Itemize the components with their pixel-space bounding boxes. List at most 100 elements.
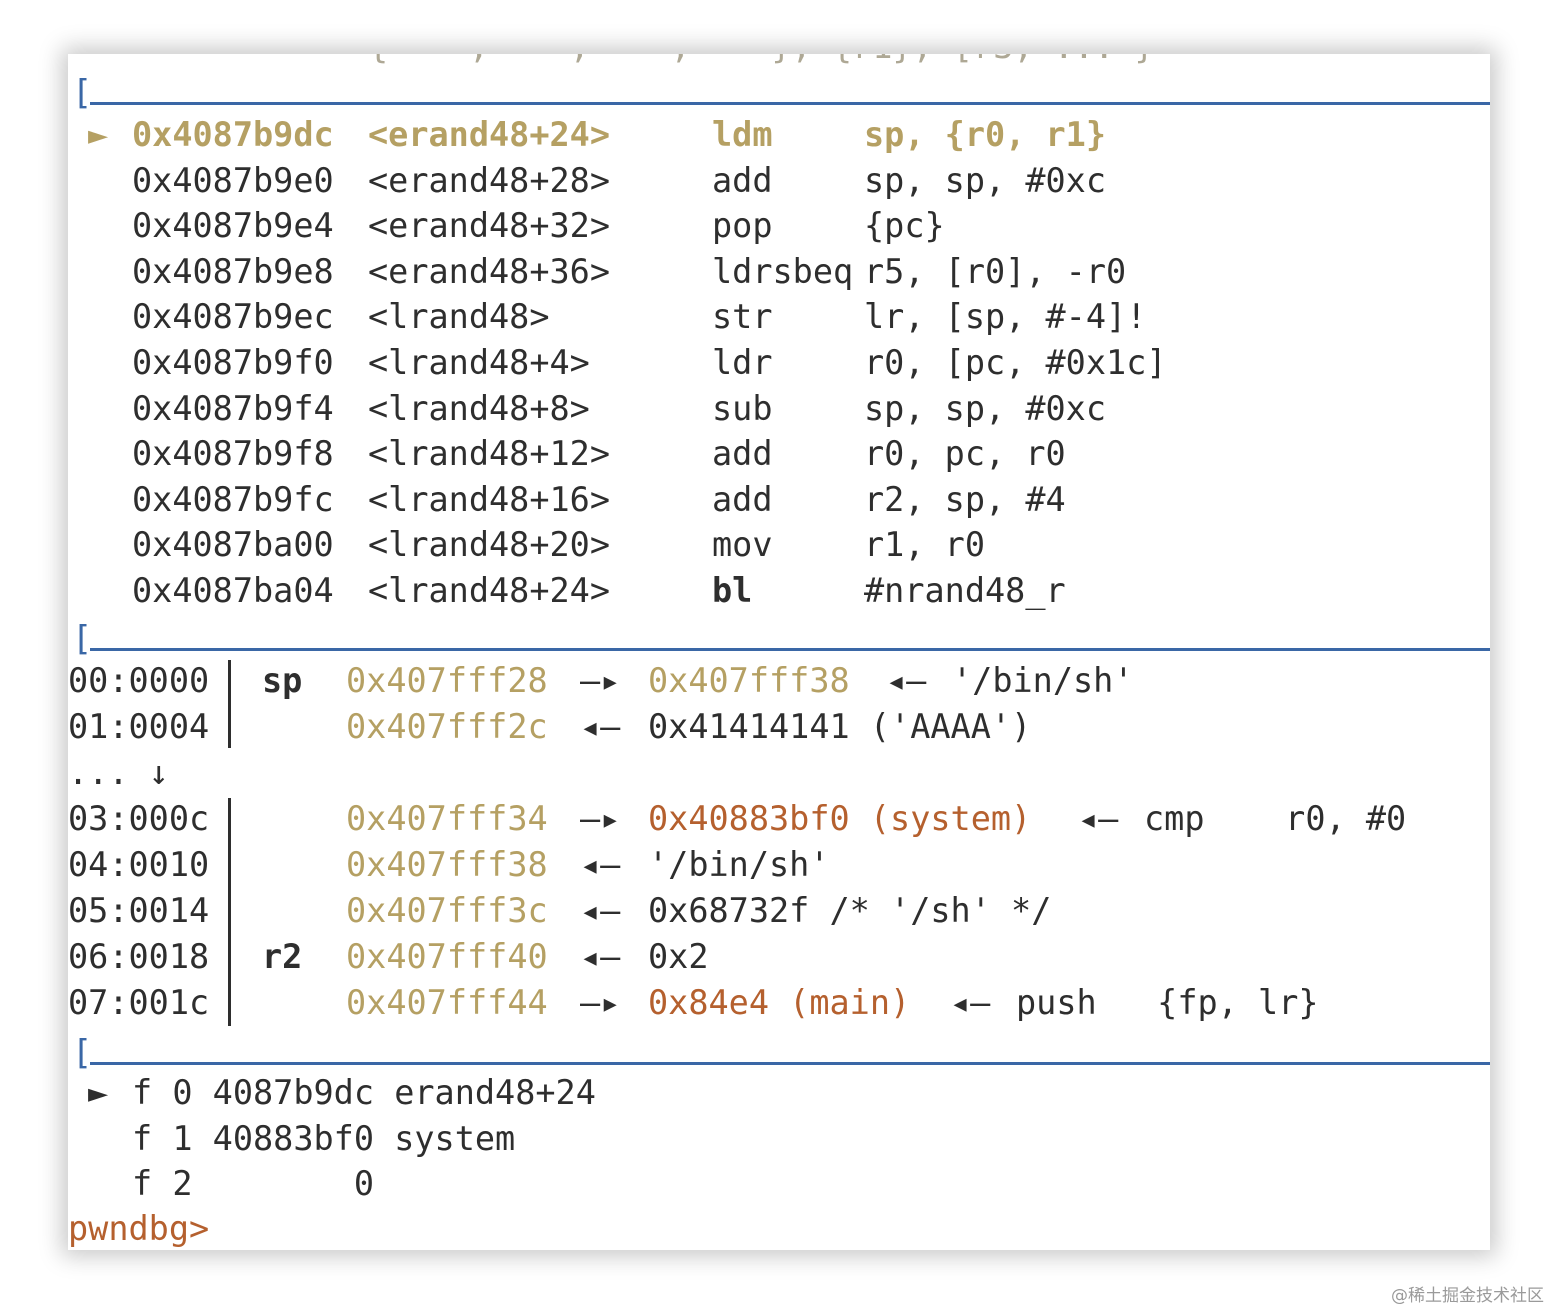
frame-text: f 1 40883bf0 system — [132, 1118, 516, 1158]
stack-address: 0x407fff34 — [346, 799, 548, 838]
disasm-row[interactable]: 0x4087b9f8 <lrand48+12> add r0, pc, r0 — [68, 431, 1490, 477]
stack-offset: 03:000c — [68, 799, 210, 838]
disasm-row[interactable]: ► 0x4087b9dc <erand48+24> ldm sp, {r0, r1} — [68, 112, 1490, 158]
stack-row[interactable]: 06:0018 r2 0x407fff40 ◂— 0x2 — [68, 934, 1490, 980]
stack-register-label: sp — [262, 661, 303, 700]
section-separator-disasm: [ — [68, 70, 1490, 116]
stack-row[interactable]: 04:0010 0x407fff38 ◂— '/bin/sh' — [68, 842, 1490, 888]
stack-ellipsis[interactable]: ... ↓ — [68, 750, 1490, 796]
frame-text: f 0 4087b9dc erand48+24 — [132, 1073, 596, 1112]
instruction-mnemonic: sub — [712, 388, 773, 428]
stack-register-label: r2 — [262, 937, 303, 976]
value-arrow-icon: ◂— — [580, 707, 621, 746]
instruction-address: 0x4087b9e0 — [132, 160, 334, 200]
stack-row[interactable]: 03:000c 0x407fff34 —▸ 0x40883bf0 (system) ◂—… — [68, 796, 1490, 842]
section-separator-stack: [ — [68, 616, 1490, 662]
instruction-operands: r0, [pc, #0x1c] — [864, 343, 1167, 382]
instruction-operands: {pc} — [864, 206, 945, 246]
instruction-symbol: <lrand48+24> — [368, 571, 611, 610]
stack-address: 0x407fff2c — [346, 707, 548, 746]
stack-row[interactable]: 05:0014 0x407fff3c ◂— 0x68732f /* '/sh' */ — [68, 888, 1490, 934]
disasm-row[interactable]: 0x4087ba00 <lrand48+20> mov r1, r0 — [68, 522, 1490, 568]
current-frame-marker-icon: ► — [88, 1073, 109, 1112]
instruction-operands: r1, r0 — [864, 525, 986, 565]
instruction-operands: sp, sp, #0xc — [864, 388, 1107, 428]
instruction-address: 0x4087b9e4 — [132, 206, 334, 246]
stack-skip-indicator: ... ↓ — [68, 753, 169, 792]
instruction-mnemonic: bl — [712, 571, 753, 610]
stack-target: 0x2 — [648, 937, 709, 976]
instruction-symbol: <lrand48+8> — [368, 388, 590, 428]
instruction-symbol: <erand48+28> — [368, 160, 611, 200]
stack-gutter-bar — [228, 798, 231, 1026]
disasm-row[interactable]: 0x4087b9f4 <lrand48+8> sub sp, sp, #0xc — [68, 386, 1490, 432]
disasm-row[interactable]: 0x4087ba04 <lrand48+24> bl #nrand48_r — [68, 568, 1490, 614]
terminal-window[interactable]: { , , , }, {r1}, [r3, ... } [ ► 0x4087b9d… — [68, 54, 1490, 1250]
instruction-symbol: <lrand48+12> — [368, 434, 611, 474]
separator-rule — [90, 648, 1490, 651]
instruction-mnemonic: add — [712, 479, 773, 519]
disasm-row[interactable]: 0x4087b9e0 <erand48+28> add sp, sp, #0xc — [68, 158, 1490, 204]
value-arrow-icon: ◂— — [1078, 799, 1119, 838]
value-arrow-icon: ◂— — [886, 661, 927, 700]
backtrace-frame[interactable]: f 1 40883bf0 system — [68, 1116, 1490, 1162]
points-to-arrow-icon: —▸ — [580, 983, 621, 1022]
instruction-operands: sp, {r0, r1} — [864, 115, 1107, 154]
disasm-row[interactable]: 0x4087b9fc <lrand48+16> add r2, sp, #4 — [68, 477, 1490, 523]
instruction-address: 0x4087ba00 — [132, 525, 334, 565]
disasm-row[interactable]: 0x4087b9e8 <erand48+36> ldrsbeq r5, [r0], -… — [68, 249, 1490, 295]
instruction-symbol: <lrand48+4> — [368, 343, 590, 382]
instruction-operands: r2, sp, #4 — [864, 479, 1066, 519]
stack-offset: 00:0000 — [68, 661, 210, 700]
instruction-symbol: <erand48+24> — [368, 115, 611, 154]
instruction-address: 0x4087b9fc — [132, 479, 334, 519]
instruction-operands: sp, sp, #0xc — [864, 160, 1107, 200]
instruction-mnemonic: ldr — [712, 343, 773, 382]
instruction-address: 0x4087b9f8 — [132, 434, 334, 474]
points-to-arrow-icon: —▸ — [580, 799, 621, 838]
instruction-mnemonic: mov — [712, 525, 773, 565]
instruction-operands: r0, pc, r0 — [864, 434, 1066, 474]
disasm-row[interactable]: 0x4087b9ec <lrand48> str lr, [sp, #-4]! — [68, 294, 1490, 340]
instruction-mnemonic: add — [712, 160, 773, 200]
stack-deref-value: push {fp, lr} — [1016, 983, 1319, 1022]
instruction-symbol: <erand48+36> — [368, 251, 611, 291]
value-arrow-icon: ◂— — [580, 937, 621, 976]
backtrace-frame[interactable]: ► f 0 4087b9dc erand48+24 — [68, 1070, 1490, 1116]
stack-gutter-bar — [228, 660, 231, 748]
pwndbg-prompt[interactable]: pwndbg> — [68, 1206, 209, 1250]
instruction-mnemonic: pop — [712, 206, 773, 246]
stack-address: 0x407fff40 — [346, 937, 548, 976]
stack-address: 0x407fff44 — [346, 983, 548, 1022]
current-instruction-marker-icon: ► — [88, 115, 109, 154]
instruction-symbol: <erand48+32> — [368, 206, 611, 246]
clipped-previous-line: { , , , }, {r1}, [r3, ... } — [368, 54, 1155, 70]
instruction-operands: r5, [r0], -r0 — [864, 251, 1127, 291]
stack-target: 0x40883bf0 (system) — [648, 799, 1032, 838]
stack-row[interactable]: 07:001c 0x407fff44 —▸ 0x84e4 (main) ◂— push {… — [68, 980, 1490, 1026]
stack-row[interactable]: 00:0000 sp 0x407fff28 —▸ 0x407fff38 ◂— '/bin/s… — [68, 658, 1490, 704]
instruction-address: 0x4087b9ec — [132, 297, 334, 337]
instruction-mnemonic: add — [712, 434, 773, 474]
stack-deref-value: '/bin/sh' — [952, 661, 1134, 700]
instruction-symbol: <lrand48+16> — [368, 479, 611, 519]
stack-offset: 06:0018 — [68, 937, 210, 976]
stack-row[interactable]: 01:0004 0x407fff2c ◂— 0x41414141 ('AAAA') — [68, 704, 1490, 750]
stack-address: 0x407fff3c — [346, 891, 548, 930]
stack-target: 0x68732f /* '/sh' */ — [648, 891, 1052, 930]
value-arrow-icon: ◂— — [580, 891, 621, 930]
stack-offset: 01:0004 — [68, 707, 210, 746]
value-arrow-icon: ◂— — [580, 845, 621, 884]
instruction-operands: lr, [sp, #-4]! — [864, 297, 1147, 337]
instruction-symbol: <lrand48> — [368, 297, 550, 337]
instruction-mnemonic: ldrsbeq — [712, 251, 854, 291]
instruction-address: 0x4087b9f4 — [132, 388, 334, 428]
stack-target: 0x84e4 (main) — [648, 983, 911, 1022]
frame-text: f 2 0 — [132, 1164, 375, 1204]
stack-target: 0x41414141 ('AAAA') — [648, 707, 1032, 746]
disasm-row[interactable]: 0x4087b9e4 <erand48+32> pop {pc} — [68, 203, 1490, 249]
disasm-row[interactable]: 0x4087b9f0 <lrand48+4> ldr r0, [pc, #0x1c] — [68, 340, 1490, 386]
instruction-address: 0x4087b9e8 — [132, 251, 334, 291]
backtrace-frame[interactable]: f 2 0 — [68, 1161, 1490, 1207]
stack-target: '/bin/sh' — [648, 845, 830, 884]
